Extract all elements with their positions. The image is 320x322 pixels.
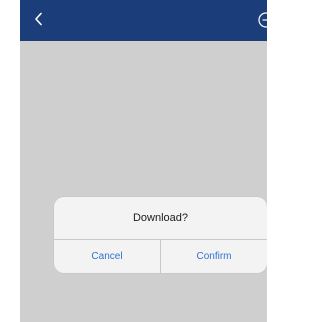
cancel-button[interactable]: Cancel — [54, 240, 160, 273]
dimmed-background — [20, 41, 267, 322]
circle-action-icon — [258, 12, 267, 28]
confirm-button[interactable]: Confirm — [161, 240, 267, 273]
dialog-title: Download? — [132, 212, 189, 224]
circle-action-button[interactable] — [257, 11, 267, 29]
back-button[interactable] — [26, 6, 52, 32]
download-dialog: Download? Cancel Confirm — [54, 197, 267, 273]
app-screen: Download? Cancel Confirm — [20, 0, 267, 322]
chevron-left-icon — [35, 12, 42, 26]
navigation-bar — [20, 0, 267, 41]
